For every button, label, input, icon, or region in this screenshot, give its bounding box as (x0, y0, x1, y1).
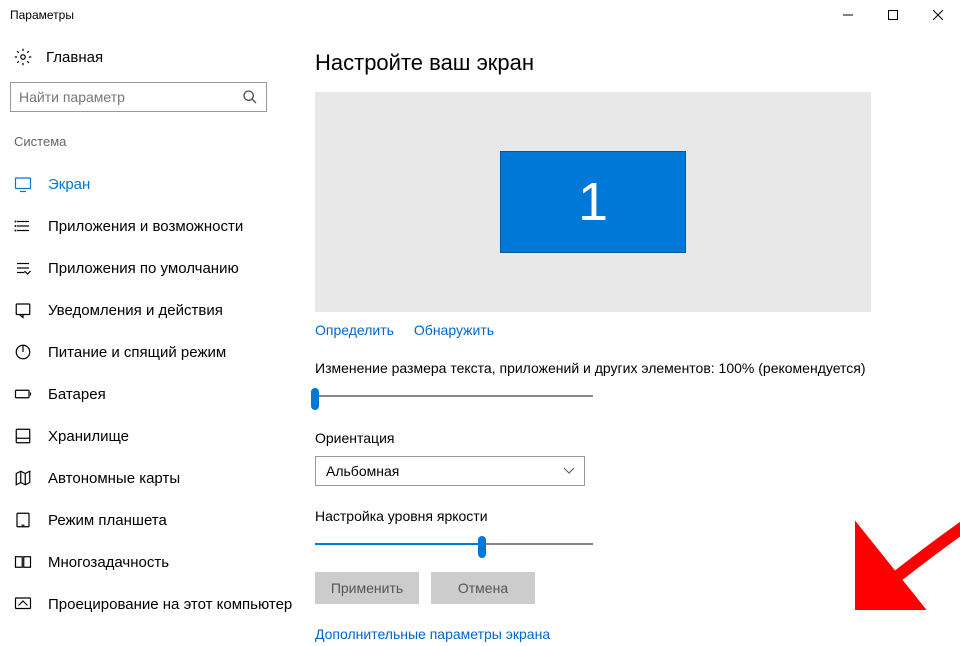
sidebar: Главная Система Экран Приложения и возмож… (0, 30, 295, 646)
monitor-preview[interactable]: 1 (315, 92, 871, 312)
sidebar-item-5[interactable]: Батарея (10, 373, 295, 415)
orientation-dropdown[interactable]: Альбомная (315, 456, 585, 486)
orientation-label: Ориентация (315, 430, 930, 446)
sidebar-item-label: Многозадачность (48, 554, 169, 571)
battery-icon (14, 385, 32, 403)
sidebar-item-label: Уведомления и действия (48, 302, 223, 319)
chevron-down-icon (564, 468, 574, 474)
cancel-button[interactable]: Отмена (431, 572, 535, 604)
display-icon (14, 175, 32, 193)
search-field[interactable] (19, 89, 242, 105)
main-panel: Настройте ваш экран 1 Определить Обнаруж… (295, 30, 960, 646)
home-label: Главная (46, 49, 103, 66)
sidebar-item-1[interactable]: Приложения и возможности (10, 205, 295, 247)
default-apps-icon (14, 259, 32, 277)
sidebar-item-label: Хранилище (48, 428, 129, 445)
nav-list: Экран Приложения и возможности Приложения … (10, 163, 295, 625)
sidebar-item-label: Экран (48, 176, 90, 193)
gear-icon (14, 48, 32, 66)
home-link[interactable]: Главная (10, 48, 295, 66)
sidebar-item-2[interactable]: Приложения по умолчанию (10, 247, 295, 289)
sidebar-item-label: Приложения и возможности (48, 218, 243, 235)
sidebar-item-7[interactable]: Автономные карты (10, 457, 295, 499)
storage-icon (14, 427, 32, 445)
search-input[interactable] (10, 82, 267, 112)
identify-link[interactable]: Определить (315, 322, 394, 338)
titlebar: Параметры (0, 0, 960, 30)
monitor-1[interactable]: 1 (500, 151, 686, 253)
project-icon (14, 595, 32, 613)
sidebar-item-0[interactable]: Экран (10, 163, 295, 205)
sidebar-item-10[interactable]: Проецирование на этот компьютер (10, 583, 295, 625)
sidebar-item-4[interactable]: Питание и спящий режим (10, 331, 295, 373)
brightness-label: Настройка уровня яркости (315, 508, 930, 524)
notifications-icon (14, 301, 32, 319)
detect-link[interactable]: Обнаружить (414, 322, 494, 338)
sidebar-item-3[interactable]: Уведомления и действия (10, 289, 295, 331)
sidebar-item-label: Режим планшета (48, 512, 167, 529)
maps-icon (14, 469, 32, 487)
window-title: Параметры (10, 8, 74, 22)
brightness-slider[interactable] (315, 534, 593, 554)
advanced-settings-link[interactable]: Дополнительные параметры экрана (315, 626, 550, 642)
tablet-icon (14, 511, 32, 529)
sidebar-item-label: Автономные карты (48, 470, 180, 487)
scale-label: Изменение размера текста, приложений и д… (315, 360, 930, 376)
power-icon (14, 343, 32, 361)
close-button[interactable] (915, 0, 960, 30)
sidebar-item-6[interactable]: Хранилище (10, 415, 295, 457)
maximize-button[interactable] (870, 0, 915, 30)
sidebar-item-label: Питание и спящий режим (48, 344, 226, 361)
section-title: Система (10, 134, 295, 149)
sidebar-item-9[interactable]: Многозадачность (10, 541, 295, 583)
window-controls (825, 0, 960, 30)
button-row: Применить Отмена (315, 572, 930, 604)
apps-icon (14, 217, 32, 235)
sidebar-item-label: Приложения по умолчанию (48, 260, 239, 277)
sidebar-item-8[interactable]: Режим планшета (10, 499, 295, 541)
monitor-actions: Определить Обнаружить (315, 322, 930, 338)
page-title: Настройте ваш экран (315, 50, 930, 76)
sidebar-item-label: Батарея (48, 386, 106, 403)
orientation-value: Альбомная (326, 463, 564, 479)
scale-slider[interactable] (315, 386, 593, 406)
minimize-button[interactable] (825, 0, 870, 30)
sidebar-item-label: Проецирование на этот компьютер (48, 596, 292, 613)
search-icon (242, 89, 258, 105)
monitor-number: 1 (578, 171, 608, 233)
multitask-icon (14, 553, 32, 571)
apply-button[interactable]: Применить (315, 572, 419, 604)
